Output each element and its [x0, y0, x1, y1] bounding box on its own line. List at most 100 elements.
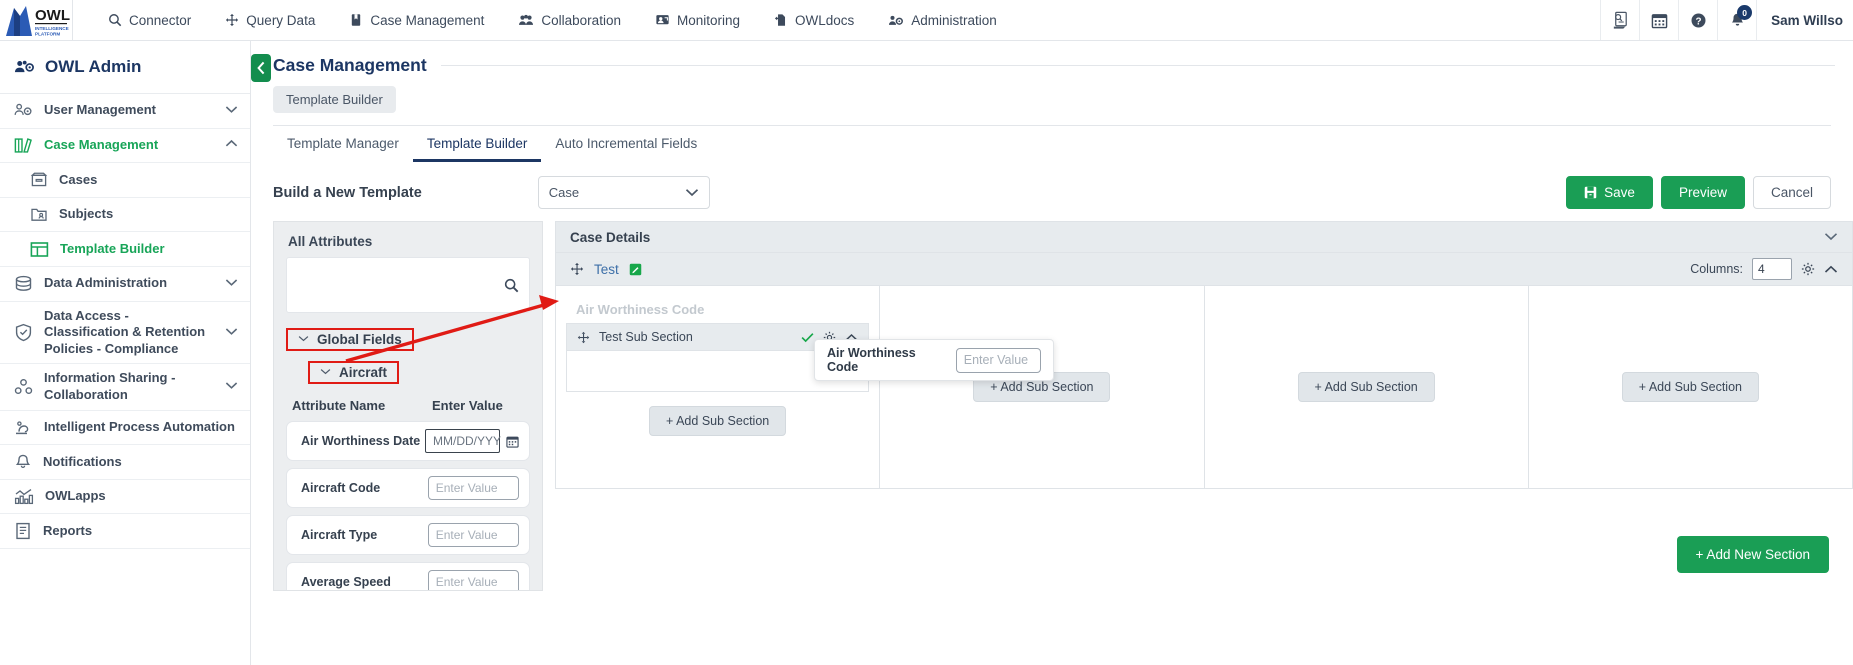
nav-item-case-management[interactable]: Case Management: [332, 0, 501, 41]
edit-pencil-icon[interactable]: [629, 263, 642, 276]
aircraft-code-input[interactable]: Enter Value: [427, 476, 519, 500]
cancel-button[interactable]: Cancel: [1752, 176, 1831, 209]
attribute-row-air-worthiness-date[interactable]: Air Worthiness Date MM/DD/YYY: [286, 421, 530, 461]
nav-item-owldocs[interactable]: OWLdocs: [757, 0, 871, 41]
case-details-section-header[interactable]: Case Details: [555, 221, 1853, 253]
attribute-row-aircraft-type[interactable]: Aircraft Type Enter Value: [286, 515, 530, 555]
user-menu[interactable]: Sam Willso: [1756, 0, 1853, 40]
chevron-down-icon[interactable]: [1824, 230, 1838, 244]
check-icon[interactable]: [801, 332, 814, 343]
sidebar: OWL Admin User Management Case Managemen…: [0, 41, 251, 665]
audit-log-icon[interactable]: [1600, 0, 1639, 40]
top-navigation-bar: OWL INTELLIGENCE PLATFORM Connector Quer…: [0, 0, 1853, 41]
column-1: Air Worthiness Code Test Sub Section + A…: [556, 286, 881, 488]
sidebar-item-label: User Management: [44, 102, 156, 118]
sidebar-item-notifications[interactable]: Notifications: [0, 445, 250, 480]
attribute-search-input[interactable]: [286, 257, 530, 313]
sidebar-item-information-sharing[interactable]: Information Sharing - Collaboration: [0, 364, 250, 411]
help-icon[interactable]: ?: [1678, 0, 1717, 40]
average-speed-input[interactable]: Enter Value: [427, 570, 519, 590]
sidebar-item-user-management[interactable]: User Management: [0, 94, 250, 129]
doc-share-icon: [774, 13, 788, 27]
gear-icon[interactable]: [1801, 262, 1815, 276]
add-sub-section-button-4[interactable]: + Add Sub Section: [1621, 372, 1759, 402]
aircraft-type-input[interactable]: Enter Value: [427, 523, 519, 547]
columns-value-input[interactable]: 4: [1752, 258, 1792, 280]
attribute-name: Aircraft Type: [301, 528, 378, 542]
sidebar-item-label: OWLapps: [45, 488, 106, 504]
tooltip-value-input[interactable]: Enter Value: [955, 347, 1041, 373]
sidebar-item-template-builder[interactable]: Template Builder: [0, 232, 250, 267]
chevron-up-icon: [225, 139, 238, 151]
apps-chart-icon: [14, 488, 34, 505]
owl-logo[interactable]: OWL INTELLIGENCE PLATFORM: [0, 0, 73, 41]
add-sub-section-button-1[interactable]: + Add Sub Section: [649, 406, 787, 436]
calendar-icon[interactable]: [1639, 0, 1678, 40]
sidebar-item-label: Data Administration: [44, 275, 168, 291]
shield-check-icon: [14, 323, 33, 342]
database-icon: [14, 275, 33, 292]
search-icon[interactable]: [504, 278, 519, 293]
cancel-button-label: Cancel: [1770, 185, 1813, 200]
monitor-icon: [655, 13, 670, 27]
user-gear-icon: [14, 102, 33, 119]
sidebar-collapse-button[interactable]: [251, 54, 271, 82]
column-2-add-wrap: + Add Sub Section: [880, 286, 1203, 488]
calendar-icon[interactable]: [506, 435, 519, 448]
group-aircraft[interactable]: Aircraft: [308, 361, 400, 384]
admin-users-icon: [14, 58, 35, 76]
tab-template-manager[interactable]: Template Manager: [273, 126, 413, 162]
tooltip-attribute-label: Air Worthiness Code: [827, 346, 916, 374]
template-type-select[interactable]: Case: [537, 176, 710, 209]
chevron-up-icon[interactable]: [1824, 265, 1838, 274]
section-name: Test: [594, 261, 619, 277]
case-details-title: Case Details: [570, 229, 651, 245]
move-arrows-icon: [225, 13, 239, 27]
nav-label: OWLdocs: [795, 12, 855, 28]
sidebar-item-label: Case Management: [44, 137, 159, 153]
sidebar-item-data-access[interactable]: Data Access - Classification & Retention…: [0, 302, 250, 365]
sidebar-item-case-management[interactable]: Case Management: [0, 129, 250, 164]
attribute-row-aircraft-code[interactable]: Aircraft Code Enter Value: [286, 468, 530, 508]
nav-item-monitoring[interactable]: Monitoring: [638, 0, 757, 41]
drag-move-icon[interactable]: [570, 262, 584, 276]
nav-item-connector[interactable]: Connector: [91, 0, 208, 41]
sidebar-item-label: Subjects: [59, 206, 114, 222]
column-header-enter-value: Enter Value: [432, 398, 503, 413]
group-label: Global Fields: [317, 332, 402, 347]
column-header-attribute-name: Attribute Name: [292, 398, 386, 413]
chevron-down-icon: [225, 105, 238, 117]
svg-text:?: ?: [1695, 16, 1701, 27]
group-global-fields[interactable]: Global Fields: [286, 328, 414, 351]
air-worthiness-date-input[interactable]: MM/DD/YYY: [425, 429, 501, 453]
attribute-name: Aircraft Code: [301, 481, 381, 495]
bell-icon[interactable]: 0: [1717, 0, 1756, 40]
nav-item-query-data[interactable]: Query Data: [208, 0, 332, 41]
sidebar-item-intelligent-process-automation[interactable]: Intelligent Process Automation: [0, 411, 250, 446]
sidebar-title: OWL Admin: [0, 41, 250, 94]
preview-button[interactable]: Preview: [1660, 176, 1745, 209]
save-button[interactable]: Save: [1566, 176, 1653, 209]
nav-item-administration[interactable]: Administration: [871, 0, 1014, 41]
people-icon: [518, 13, 534, 27]
page-header: Case Management: [251, 41, 1853, 76]
nav-item-collaboration[interactable]: Collaboration: [501, 0, 638, 41]
nav-label: Collaboration: [541, 12, 621, 28]
sidebar-item-data-administration[interactable]: Data Administration: [0, 267, 250, 302]
sidebar-item-cases[interactable]: Cases: [0, 163, 250, 198]
drag-move-icon[interactable]: [577, 331, 590, 344]
columns-label: Columns:: [1690, 262, 1743, 276]
section-test-bar: Test Columns: 4: [556, 253, 1852, 286]
nav-label: Query Data: [246, 12, 316, 28]
add-sub-section-button-3[interactable]: + Add Sub Section: [1297, 372, 1435, 402]
tab-template-builder[interactable]: Template Builder: [412, 126, 542, 162]
attribute-row-average-speed[interactable]: Average Speed Enter Value: [286, 562, 530, 590]
sidebar-item-owlapps[interactable]: OWLapps: [0, 480, 250, 515]
add-new-section-button[interactable]: + Add New Section: [1676, 536, 1829, 573]
section-test: Test Columns: 4 Air Worthiness Code Test…: [555, 253, 1853, 489]
tab-auto-incremental-fields[interactable]: Auto Incremental Fields: [541, 126, 711, 162]
sidebar-item-reports[interactable]: Reports: [0, 514, 250, 550]
sidebar-item-subjects[interactable]: Subjects: [0, 198, 250, 233]
chevron-down-icon: [320, 367, 331, 378]
column-2: + Add Sub Section: [880, 286, 1205, 488]
